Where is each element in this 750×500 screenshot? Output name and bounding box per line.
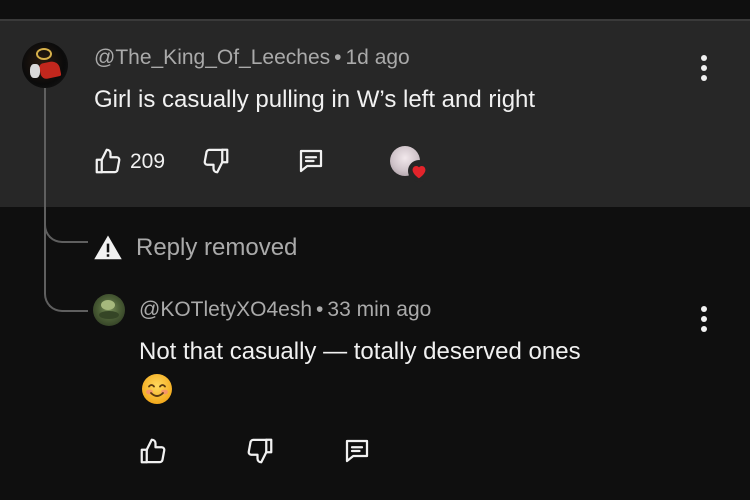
warning-icon <box>94 235 122 260</box>
reply-icon[interactable] <box>295 146 327 176</box>
author-name[interactable]: @KOTletyXO4esh <box>139 298 312 321</box>
thumbs-up-icon[interactable] <box>137 436 169 466</box>
thumbs-down-icon[interactable] <box>244 436 276 466</box>
timestamp[interactable]: 1d ago <box>346 46 410 69</box>
thumbs-down-icon[interactable] <box>200 146 232 176</box>
separator: • <box>334 46 342 69</box>
thumbs-up-icon[interactable] <box>92 146 124 176</box>
creator-heart <box>390 146 430 182</box>
like-count: 209 <box>130 150 166 173</box>
author-name[interactable]: @The_King_Of_Leeches <box>94 46 330 69</box>
avatar[interactable] <box>22 42 68 88</box>
comment-meta: @The_King_Of_Leeches • 1d ago <box>94 46 410 70</box>
top-strip <box>0 0 750 20</box>
reply-text: Not that casually — totally deserved one… <box>139 338 581 365</box>
thread-connector <box>44 236 88 312</box>
reply-removed-notice: Reply removed <box>92 232 297 264</box>
more-vert-icon[interactable] <box>694 304 714 334</box>
comment-text: Girl is casually pulling in W’s left and… <box>94 86 536 113</box>
reply-icon[interactable] <box>341 436 373 466</box>
avatar[interactable] <box>93 294 125 326</box>
timestamp[interactable]: 33 min ago <box>327 298 431 321</box>
smiling-face-emoji <box>142 374 172 404</box>
separator: • <box>316 298 324 321</box>
creator-heart-icon <box>408 160 430 182</box>
removed-label: Reply removed <box>136 234 298 261</box>
more-vert-icon[interactable] <box>694 53 714 83</box>
reply-meta: @KOTletyXO4esh • 33 min ago <box>139 298 431 322</box>
